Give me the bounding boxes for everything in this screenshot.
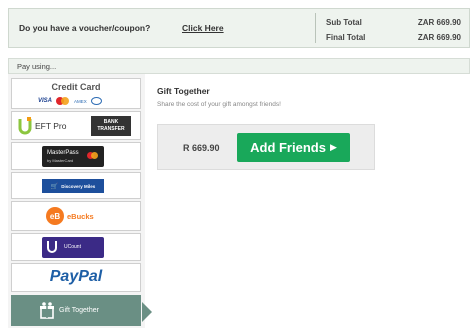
active-method-pointer — [142, 302, 152, 322]
add-friends-label: Add Friends — [250, 140, 326, 155]
final-total-label: Final Total — [326, 33, 366, 42]
method-credit-card[interactable]: Credit Card VISA AMEX — [11, 78, 141, 109]
mastercard-icon — [56, 97, 70, 105]
masterpass-sub: by MasterCard — [47, 158, 74, 163]
diners-icon — [90, 97, 102, 105]
mastercard-small-icon — [87, 152, 99, 160]
gift-together-icon — [39, 302, 55, 320]
gift-together-subtitle: Share the cost of your gift amongst frie… — [157, 101, 281, 108]
discovery-miles-label: Discovery Miles — [61, 183, 96, 189]
method-discovery-miles[interactable]: 🛒 Discovery Miles — [11, 172, 141, 199]
card-brand-logos: VISA AMEX — [38, 97, 102, 105]
gift-together-label: Gift Together — [59, 307, 99, 314]
voucher-question: Do you have a voucher/coupon? — [19, 23, 151, 33]
eft-pro-u-icon — [18, 117, 32, 135]
caret-right-icon: ▶ — [329, 142, 337, 152]
eft-pro-label: EFT Pro — [35, 121, 67, 131]
method-masterpass[interactable]: MasterPass by MasterCard — [11, 142, 141, 170]
amex-icon: AMEX — [74, 98, 87, 104]
pay-using-label: Pay using... — [17, 62, 57, 71]
masterpass-label: MasterPass — [47, 150, 79, 156]
method-paypal[interactable]: PayPal — [11, 263, 141, 292]
ebucks-icon: eB — [46, 207, 64, 225]
totals-divider — [315, 13, 316, 43]
bank-transfer-badge: BANK TRANSFER — [91, 116, 131, 136]
ebucks-label: eBucks — [67, 212, 94, 221]
ucount-u-icon — [46, 240, 58, 254]
paypal-logo: PayPal — [49, 268, 103, 285]
method-eft-pro[interactable]: EFT Pro BANK TRANSFER — [11, 111, 141, 140]
add-friends-box: R 669.90 Add Friends ▶ — [157, 124, 375, 170]
final-total-value: ZAR 669.90 — [417, 33, 461, 42]
subtotal-value: ZAR 669.90 — [417, 18, 461, 27]
ucount-logo: UCount — [42, 237, 104, 258]
method-ebucks[interactable]: eB eBucks — [11, 201, 141, 231]
add-friends-button[interactable]: Add Friends ▶ — [237, 133, 350, 162]
method-gift-together[interactable]: Gift Together — [11, 295, 141, 326]
visa-icon: VISA — [38, 98, 53, 104]
voucher-click-here-link[interactable]: Click Here — [182, 23, 224, 33]
gift-together-panel: Gift Together Share the cost of your gif… — [157, 86, 281, 108]
pay-using-header: Pay using... — [8, 58, 470, 74]
voucher-totals-bar: Do you have a voucher/coupon? Click Here… — [8, 8, 470, 48]
subtotal-label: Sub Total — [326, 18, 362, 27]
gift-price: R 669.90 — [183, 143, 220, 153]
discovery-miles-logo: 🛒 Discovery Miles — [42, 179, 104, 193]
cart-icon: 🛒 — [50, 183, 59, 190]
masterpass-logo: MasterPass by MasterCard — [42, 146, 104, 167]
gift-together-title: Gift Together — [157, 86, 210, 96]
totals-labels: Sub Total Final Total — [326, 15, 365, 45]
ucount-label: UCount — [64, 244, 81, 250]
method-ucount[interactable]: UCount — [11, 233, 141, 261]
credit-card-label: Credit Card — [51, 82, 101, 92]
totals-values: ZAR 669.90 ZAR 669.90 — [418, 15, 461, 45]
payment-method-list: Credit Card VISA AMEX EFT Pro BANK TRANS… — [8, 74, 145, 328]
